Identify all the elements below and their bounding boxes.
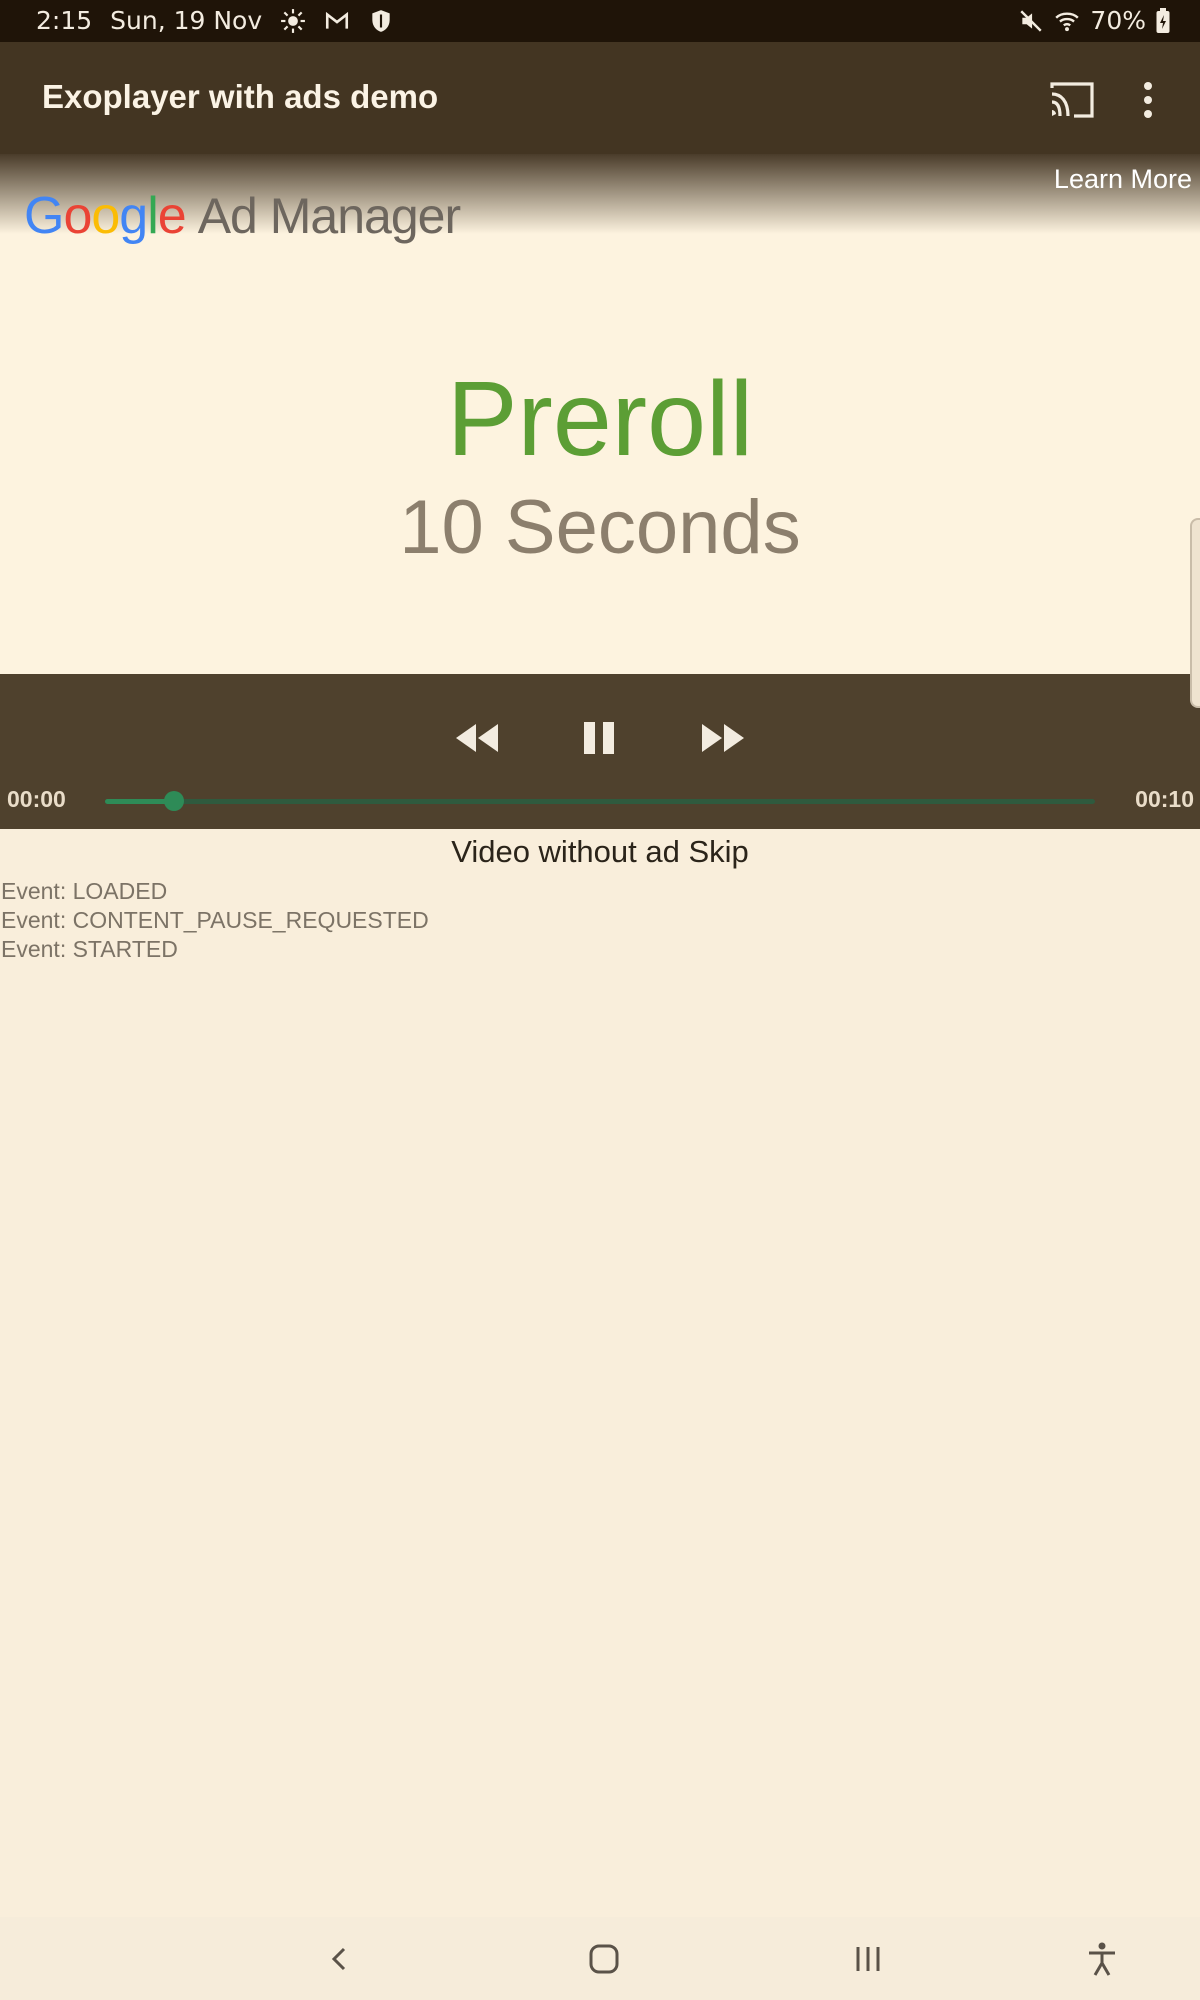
seek-thumb[interactable] (164, 791, 184, 811)
ad-manager-label: Ad Manager (197, 188, 461, 244)
ad-manager-logo: Google Ad Manager (24, 187, 461, 245)
rewind-icon[interactable] (448, 716, 504, 760)
seek-bar[interactable] (105, 791, 1095, 811)
ad-headline: Preroll (446, 360, 754, 478)
event-log: Event: LOADED Event: CONTENT_PAUSE_REQUE… (1, 877, 429, 964)
event-line: Event: CONTENT_PAUSE_REQUESTED (1, 907, 429, 933)
status-time: 2:15 (36, 6, 93, 35)
gmail-icon (326, 11, 349, 29)
event-line: Event: LOADED (1, 878, 168, 904)
navigation-bar (0, 1917, 1200, 2000)
battery-percent: 70% (1090, 6, 1146, 35)
wifi-icon (1055, 12, 1080, 31)
video-label: Video without ad Skip (451, 834, 749, 869)
back-icon[interactable] (318, 1937, 362, 1981)
accessibility-icon[interactable] (1080, 1937, 1124, 1981)
app-bar: Exoplayer with ads demo (0, 42, 1200, 154)
more-vert-icon[interactable] (1128, 78, 1168, 122)
event-line: Event: STARTED (1, 936, 178, 962)
page-title: Exoplayer with ads demo (42, 78, 439, 115)
status-bar: 2:15 Sun, 19 Nov 70% (0, 0, 1200, 42)
duration: 00:10 (1135, 786, 1194, 812)
edge-panel-handle[interactable] (1190, 518, 1200, 708)
current-position: 00:00 (7, 786, 66, 812)
cast-icon[interactable] (1048, 80, 1096, 120)
shield-icon (372, 9, 390, 32)
pause-icon[interactable] (572, 716, 628, 760)
fast-forward-icon[interactable] (696, 716, 752, 760)
player-controls: 00:00 00:10 (0, 674, 1200, 829)
status-date: Sun, 19 Nov (110, 6, 263, 35)
learn-more-link[interactable]: Learn More (1054, 164, 1192, 195)
mute-icon (1020, 9, 1043, 32)
ad-subheadline: 10 Seconds (399, 485, 801, 570)
battery-icon (1156, 7, 1170, 33)
recents-icon[interactable] (846, 1937, 890, 1981)
brightness-icon (281, 8, 306, 33)
ad-video-surface[interactable]: Learn More Google Ad Manager Preroll 10 … (0, 154, 1200, 674)
video-player[interactable]: Learn More Google Ad Manager Preroll 10 … (0, 154, 1200, 829)
home-icon[interactable] (582, 1937, 626, 1981)
